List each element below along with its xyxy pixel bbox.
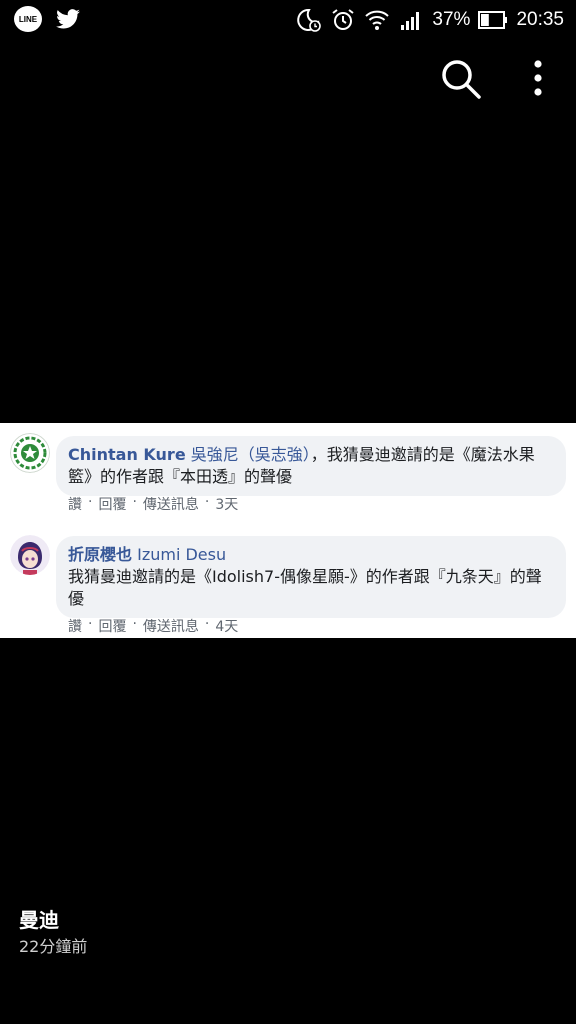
mention-tag[interactable]: 吳強尼（吳志強） [191, 445, 311, 464]
reply-link[interactable]: 回覆 [98, 616, 126, 636]
separator: · [132, 616, 137, 632]
line-app-icon: LINE [14, 6, 42, 32]
comment-actions: 讚 · 回覆 · 傳送訊息 · 3天 [68, 494, 238, 514]
comment-bubble: Chintan Kure 吳強尼（吳志強），我猜曼迪邀請的是《魔法水果籃》的作者… [56, 436, 566, 496]
send-message-link[interactable]: 傳送訊息 [143, 616, 199, 636]
more-vert-icon[interactable] [524, 58, 552, 98]
like-link[interactable]: 讚 [68, 494, 82, 514]
mention-tag[interactable]: Izumi Desu [137, 545, 226, 564]
signal-icon [401, 12, 420, 30]
avatar[interactable] [10, 535, 50, 575]
comment-timestamp[interactable]: 3天 [215, 494, 238, 514]
post-author[interactable]: 曼迪 [19, 904, 59, 933]
avatar-logo-icon [10, 433, 50, 473]
separator: · [204, 494, 210, 510]
send-message-link[interactable]: 傳送訊息 [143, 494, 199, 514]
comment-timestamp[interactable]: 4天 [215, 616, 238, 636]
line-app-label: LINE [18, 14, 38, 24]
like-link[interactable]: 讚 [68, 616, 82, 636]
battery-percent: 37% [432, 9, 471, 30]
search-icon[interactable] [438, 56, 484, 102]
status-right: 37% 20:35 [296, 6, 564, 34]
comments-section: Chintan Kure 吳強尼（吳志強），我猜曼迪邀請的是《魔法水果籃》的作者… [0, 423, 576, 638]
wifi-icon [365, 10, 390, 30]
post-time: 22分鐘前 [19, 937, 88, 956]
status-time: 20:35 [516, 9, 564, 30]
reply-link[interactable]: 回覆 [98, 494, 126, 514]
comment-author[interactable]: 折原櫻也 [68, 545, 132, 564]
comment-actions: 讚 · 回覆 · 傳送訊息 · 4天 [68, 616, 238, 636]
avatar-character-icon [10, 535, 50, 575]
separator: · [88, 494, 93, 510]
alarm-icon [332, 9, 355, 30]
separator: · [132, 494, 137, 510]
status-bar: LINE 37% 20:35 [0, 0, 576, 40]
separator: · [88, 616, 93, 632]
comment-text: 我猜曼迪邀請的是《Idolish7-偶像星願-》的作者跟『九条天』的聲優 [68, 567, 542, 608]
twitter-icon [56, 9, 80, 29]
separator: · [204, 616, 210, 632]
battery-icon [478, 11, 508, 29]
status-left: LINE [14, 6, 82, 32]
do-not-disturb-icon [297, 8, 322, 32]
comment-bubble: 折原櫻也 Izumi Desu 我猜曼迪邀請的是《Idolish7-偶像星願-》… [56, 536, 566, 618]
comment-author[interactable]: Chintan Kure [68, 445, 186, 464]
avatar[interactable] [10, 433, 50, 473]
